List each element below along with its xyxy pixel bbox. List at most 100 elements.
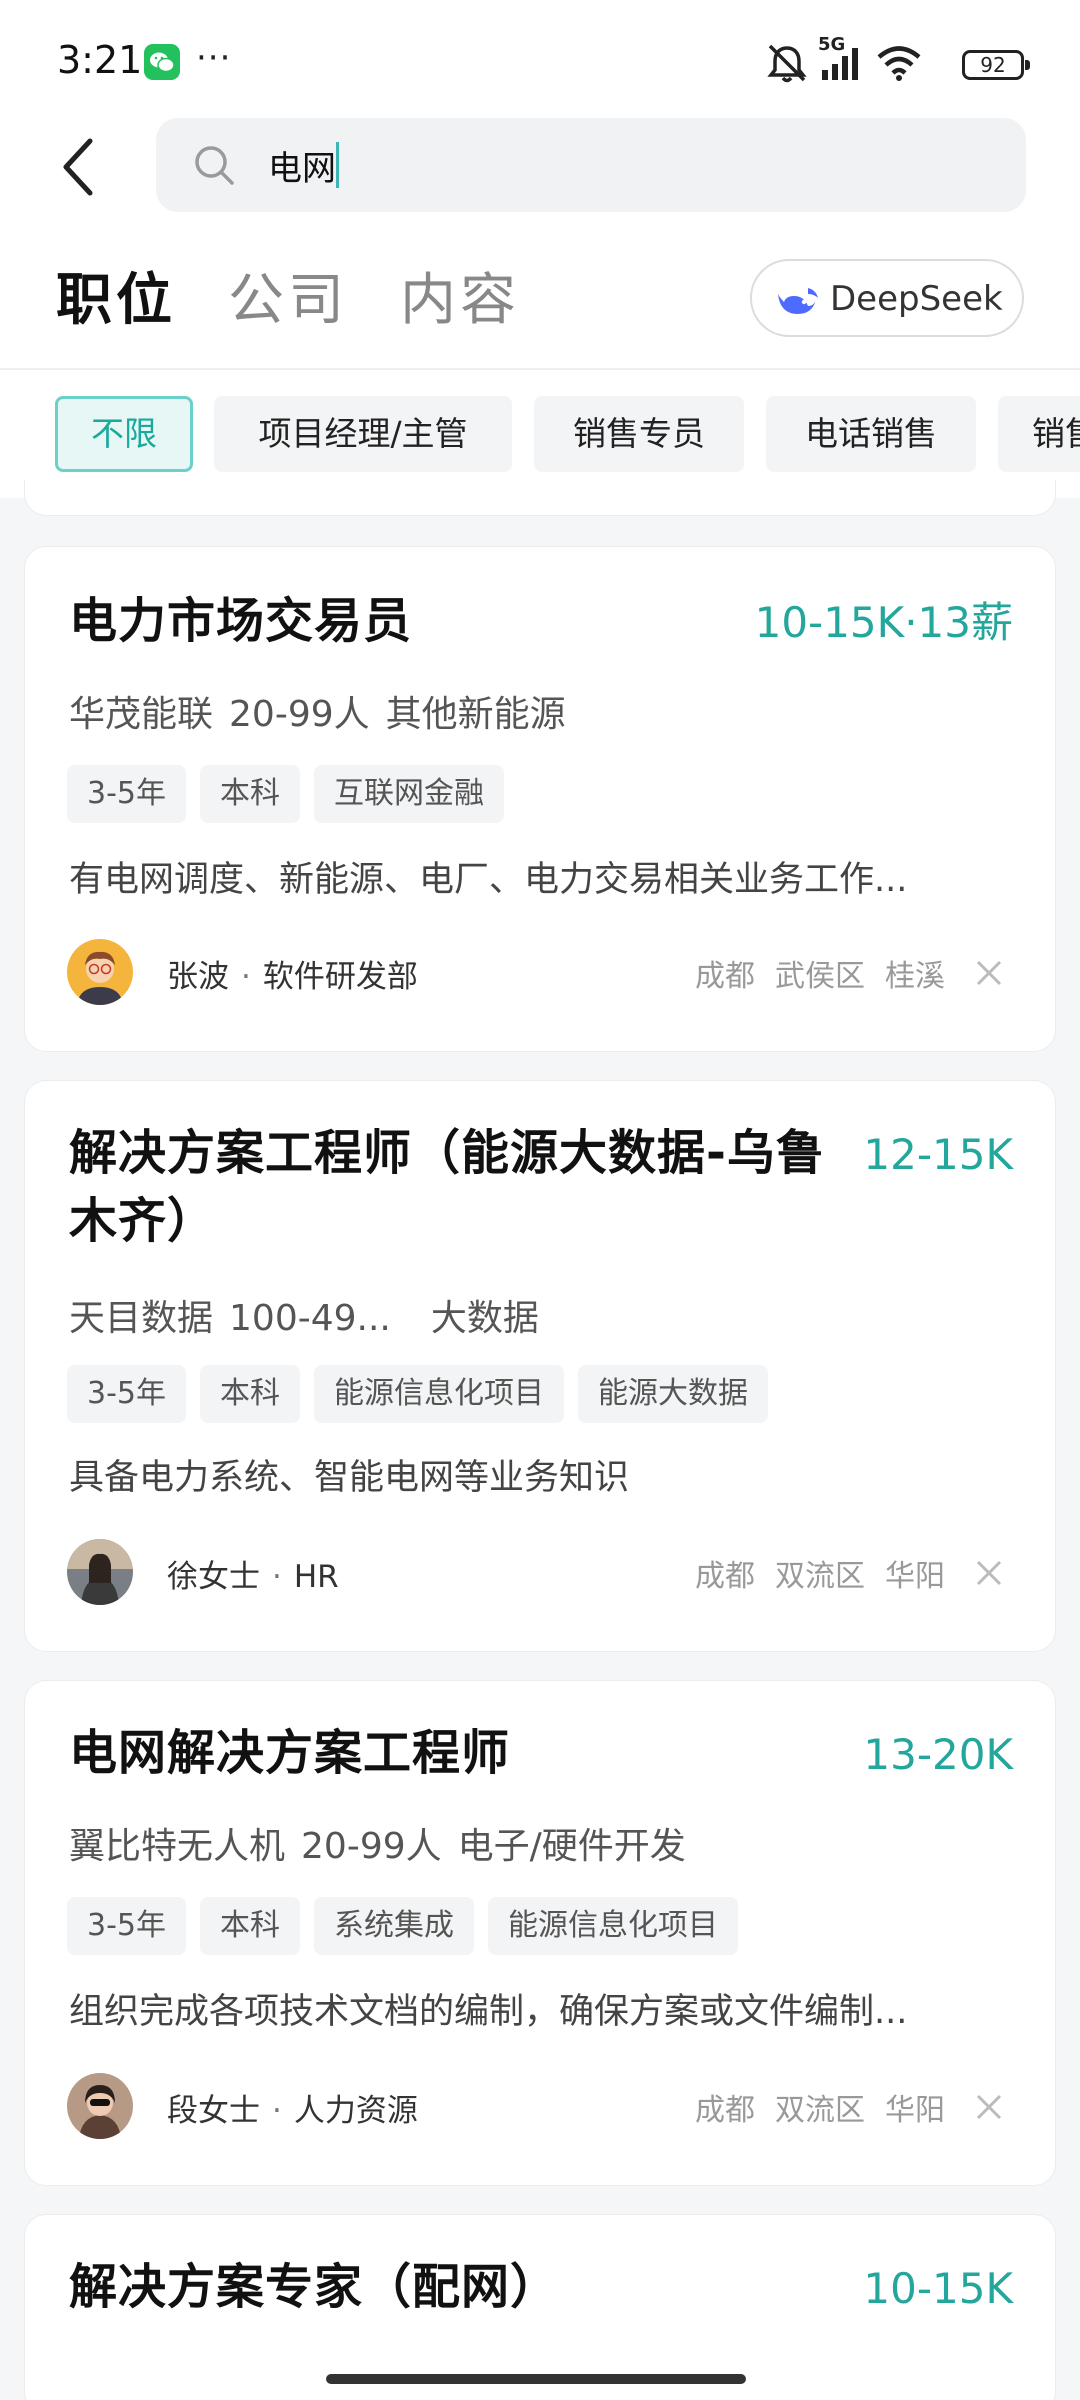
location-city: 成都 (695, 1559, 755, 1594)
filter-chip-sales[interactable]: 销售 (998, 396, 1080, 472)
tag-skill: 能源信息化项目 (314, 1365, 564, 1423)
filter-chip-any[interactable]: 不限 (55, 396, 193, 472)
job-title-line-2: 木齐） (69, 1193, 217, 1249)
tag-education: 本科 (200, 765, 300, 823)
back-arrow-icon (63, 138, 93, 196)
job-salary: 13-20K (863, 1730, 1013, 1779)
search-icon (195, 146, 234, 185)
separator-dot: · (241, 959, 251, 995)
filter-chip-telesales[interactable]: 电话销售 (766, 396, 976, 472)
avatar (67, 939, 133, 1005)
tag-skill: 互联网金融 (314, 765, 504, 823)
location-area: 华阳 (885, 1559, 945, 1594)
company-industry: 其他新能源 (385, 694, 566, 735)
job-location: 成都 双流区 华阳 (675, 1551, 945, 1595)
recruiter-name: 张波 (167, 959, 229, 995)
recruiter-name: 徐女士 (167, 1559, 260, 1595)
recruiter-role: 人力资源 (293, 2093, 418, 2129)
tag-education: 本科 (200, 1897, 300, 1955)
job-card[interactable]: 电力市场交易员 10-15K·13薪 华茂能联 20-99人 其他新能源 3-5年本… (24, 546, 1056, 1052)
filter-chip-sales-specialist[interactable]: 销售专员 (534, 396, 744, 472)
company-name: 天目数据 (69, 1298, 214, 1339)
close-icon[interactable] (975, 1559, 1003, 1587)
job-salary: 10-15K (863, 2264, 1013, 2313)
location-district: 双流区 (775, 2093, 865, 2128)
search-bar[interactable] (156, 118, 1026, 212)
deepseek-whale-icon (778, 288, 818, 314)
avatar (67, 2073, 133, 2139)
company-info: 天目数据 100-49... 大数据 (69, 1289, 555, 1341)
separator-dot: · (272, 2093, 282, 2129)
location-district: 武侯区 (775, 959, 865, 994)
previous-card-edge (24, 480, 1056, 516)
company-name: 华茂能联 (69, 694, 214, 735)
company-name: 翼比特无人机 (69, 1826, 286, 1867)
text-caret (336, 142, 339, 188)
company-info: 华茂能联 20-99人 其他新能源 (69, 685, 582, 737)
tag-skill: 能源信息化项目 (488, 1897, 738, 1955)
job-tags: 3-5年 本科 互联网金融 (67, 765, 518, 825)
wifi-icon (877, 46, 921, 81)
job-card[interactable]: 电网解决方案工程师 13-20K 翼比特无人机 20-99人 电子/硬件开发 3-5… (24, 1680, 1056, 2186)
wechat-icon (144, 44, 180, 80)
tag-skill: 能源大数据 (578, 1365, 768, 1423)
job-tags: 3-5年 本科 系统集成 能源信息化项目 (67, 1897, 752, 1957)
close-icon[interactable] (975, 959, 1003, 987)
tab-content[interactable]: 内容 (400, 255, 520, 336)
job-description: 具备电力系统、智能电网等业务知识 (69, 1458, 630, 1498)
location-city: 成都 (695, 2093, 755, 2128)
company-size: 20-99人 (229, 694, 370, 735)
location-area: 桂溪 (885, 959, 945, 994)
job-location: 成都 武侯区 桂溪 (675, 951, 945, 995)
location-area: 华阳 (885, 2093, 945, 2128)
job-title: 解决方案工程师（能源大数据-乌鲁 木齐） (69, 1119, 859, 1255)
tag-experience: 3-5年 (67, 765, 186, 823)
job-salary: 10-15K·13薪 (754, 598, 1013, 647)
close-icon[interactable] (975, 2093, 1003, 2121)
back-button[interactable] (56, 135, 108, 199)
job-description: 有电网调度、新能源、电厂、电力交易相关业务工作... (69, 860, 908, 900)
deepseek-label: DeepSeek (830, 279, 1003, 319)
location-district: 双流区 (775, 1559, 865, 1594)
job-salary: 12-15K (863, 1130, 1013, 1179)
company-size: 100-49... (229, 1298, 391, 1339)
filter-chip-row: 不限 项目经理/主管 销售专员 电话销售 销售 (0, 370, 1080, 498)
job-card[interactable]: 解决方案工程师（能源大数据-乌鲁 木齐） 12-15K 天目数据 100-49..… (24, 1080, 1056, 1652)
tab-companies[interactable]: 公司 (228, 255, 348, 336)
job-tags: 3-5年 本科 能源信息化项目 能源大数据 (67, 1365, 782, 1425)
tag-education: 本科 (200, 1365, 300, 1423)
tag-skill: 系统集成 (314, 1897, 474, 1955)
status-bar: 3:21 ··· 5G 92 (0, 0, 1080, 120)
job-title-line-1: 解决方案工程师（能源大数据-乌鲁 (69, 1125, 825, 1181)
job-card[interactable]: 解决方案专家（配网） 10-15K (24, 2214, 1056, 2400)
tag-experience: 3-5年 (67, 1897, 186, 1955)
status-time: 3:21 (57, 38, 143, 82)
company-industry: 大数据 (430, 1298, 539, 1339)
recruiter-info: 段女士 · 人力资源 (167, 2085, 418, 2130)
tab-jobs[interactable]: 职位 (56, 255, 176, 336)
signal-icon (822, 48, 858, 80)
recruiter-info: 徐女士 · HR (167, 1551, 339, 1596)
job-title: 电力市场交易员 (69, 593, 413, 649)
job-title: 电网解决方案工程师 (69, 1725, 511, 1781)
recruiter-name: 段女士 (167, 2093, 260, 2129)
company-info: 翼比特无人机 20-99人 电子/硬件开发 (69, 1817, 702, 1869)
filter-chip-project-manager[interactable]: 项目经理/主管 (214, 396, 512, 472)
mute-icon (767, 44, 807, 83)
location-city: 成都 (695, 959, 755, 994)
avatar (67, 1539, 133, 1605)
recruiter-role: 软件研发部 (262, 959, 418, 995)
company-industry: 电子/硬件开发 (457, 1826, 686, 1867)
status-icons: 5G 92 (764, 34, 1030, 86)
more-notifications-icon: ··· (196, 38, 232, 78)
search-input[interactable] (268, 140, 968, 190)
recruiter-role: HR (293, 1559, 339, 1595)
home-indicator[interactable] (326, 2374, 746, 2384)
deepseek-button[interactable]: DeepSeek (750, 259, 1024, 337)
job-title: 解决方案专家（配网） (69, 2259, 560, 2315)
tag-experience: 3-5年 (67, 1365, 186, 1423)
separator-dot: · (272, 1559, 282, 1595)
job-description: 组织完成各项技术文档的编制，确保方案或文件编制... (69, 1992, 908, 2032)
company-size: 20-99人 (301, 1826, 442, 1867)
battery-icon: 92 (962, 50, 1030, 80)
